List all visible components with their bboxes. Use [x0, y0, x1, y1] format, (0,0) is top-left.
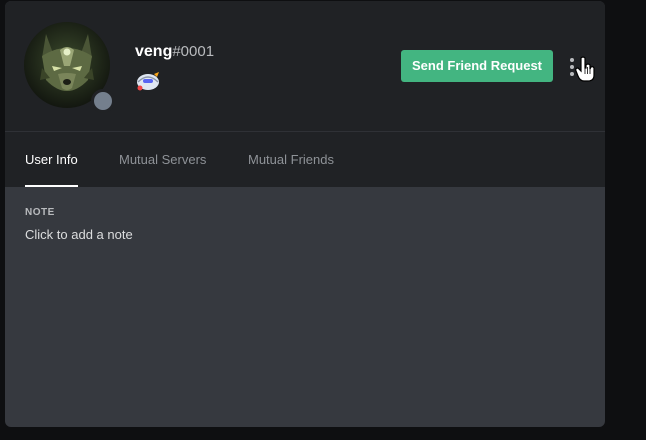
user-name-tag: veng#0001	[135, 41, 214, 61]
send-friend-request-button[interactable]: Send Friend Request	[401, 50, 553, 82]
username: veng	[135, 43, 173, 60]
hypesquad-badge-icon[interactable]	[134, 69, 162, 93]
tab-user-info[interactable]: User Info	[25, 132, 78, 187]
active-tab-indicator	[25, 185, 78, 187]
profile-tabs: User Info Mutual Servers Mutual Friends	[5, 132, 605, 187]
tab-mutual-servers-label: Mutual Servers	[119, 152, 207, 167]
note-section: NOTE Click to add a note	[25, 207, 585, 242]
tab-mutual-servers[interactable]: Mutual Servers	[119, 132, 206, 187]
tab-mutual-friends-label: Mutual Friends	[248, 152, 334, 167]
discriminator: #0001	[172, 43, 215, 60]
note-title: NOTE	[25, 207, 55, 218]
tab-user-info-label: User Info	[25, 152, 78, 167]
profile-header: veng#0001 Send Friend Request User Info …	[5, 1, 605, 187]
pointer-hand-cursor-icon	[575, 56, 595, 82]
status-offline-indicator	[91, 89, 115, 113]
avatar	[24, 22, 115, 113]
profile-header-top: veng#0001 Send Friend Request	[5, 1, 605, 131]
user-profile-modal: veng#0001 Send Friend Request User Info …	[5, 1, 605, 427]
tab-mutual-friends[interactable]: Mutual Friends	[248, 132, 334, 187]
note-input[interactable]: Click to add a note	[25, 227, 585, 242]
